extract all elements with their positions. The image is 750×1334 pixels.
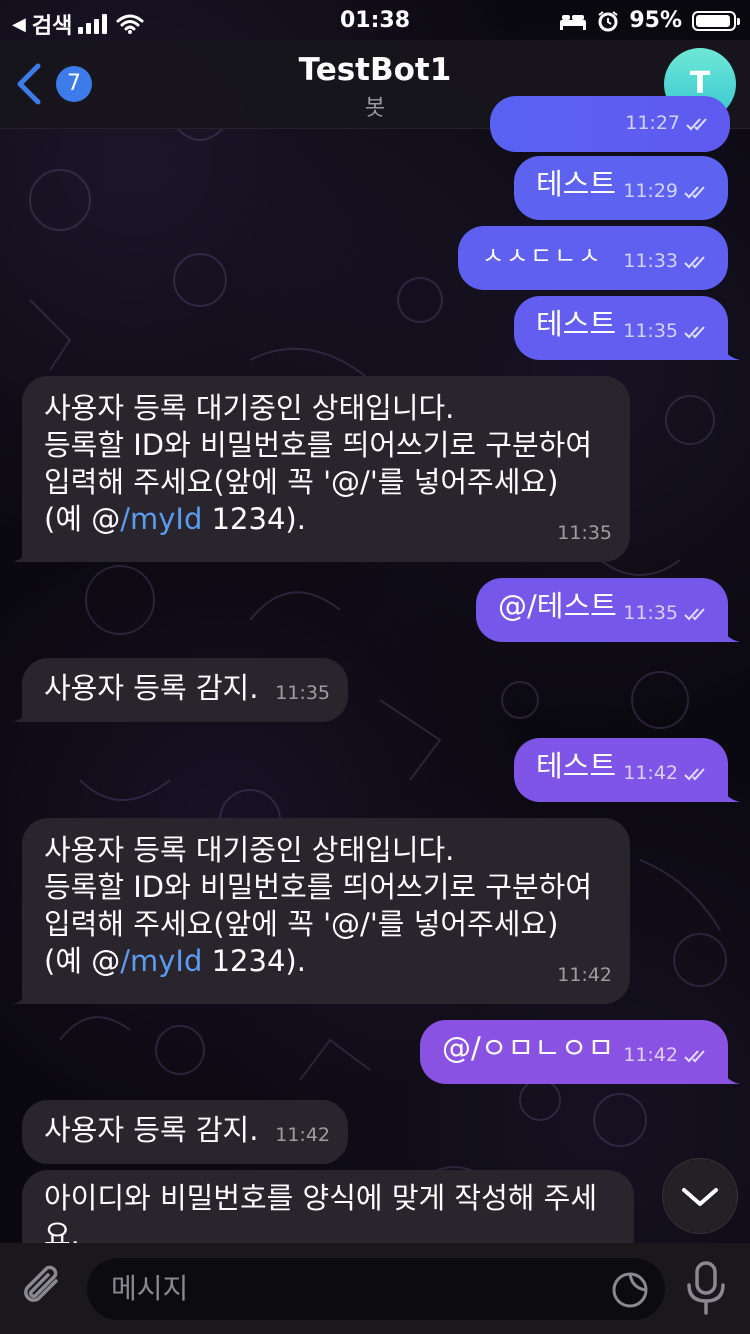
message-meta: 11:42 [557, 957, 612, 994]
message-line: 등록할 ID와 비밀번호를 띄어쓰기로 구분하여 [44, 870, 592, 904]
chevron-down-icon [682, 1188, 718, 1206]
status-right: 95% [559, 8, 740, 33]
message-text: 1234). [202, 502, 306, 536]
double-check-icon [684, 607, 705, 620]
status-bar: ◀ 검색 01:38 95% [0, 0, 750, 40]
bed-icon [560, 14, 587, 30]
message-incoming[interactable]: 아이디와 비밀번호를 양식에 맞게 작성해 주세 요. [22, 1170, 634, 1243]
attach-icon[interactable] [20, 1263, 68, 1315]
message-meta: 11:35 [275, 675, 330, 712]
double-check-icon [684, 767, 705, 780]
message-meta: 11:35 [557, 515, 612, 552]
message-incoming[interactable]: 사용자 등록 대기중인 상태입니다. 등록할 ID와 비밀번호를 띄어쓰기로 구… [22, 376, 630, 562]
message-outgoing[interactable]: 테스트 11:29 [514, 156, 728, 220]
message-meta: 11:29 [623, 173, 710, 210]
message-input-bar: 메시지 [0, 1243, 750, 1334]
message-time: 11:35 [275, 682, 330, 704]
double-check-icon [684, 325, 705, 338]
message-meta: 11:35 [623, 313, 710, 350]
bubble-tail [718, 1060, 740, 1084]
message-line: 입력해 주세요(앞에 꼭 '@/'를 넣어주세요) [44, 907, 559, 941]
message-line: 사용자 등록 대기중인 상태입니다. [44, 391, 455, 425]
message-line: 사용자 등록 대기중인 상태입니다. [44, 833, 455, 867]
message-time: 11:42 [623, 762, 678, 784]
message-line: 등록할 ID와 비밀번호를 띄어쓰기로 구분하여 [44, 428, 592, 462]
message-outgoing[interactable]: 테스트 11:42 [514, 738, 728, 802]
message-meta: 11:35 [623, 595, 710, 632]
message-meta: 11:27 [625, 105, 712, 142]
command-link[interactable]: /myId [120, 502, 202, 536]
bubble-tail [12, 980, 34, 1004]
bubble-tail [12, 538, 34, 562]
message-time: 11:42 [623, 1044, 678, 1066]
message-text: (예 @ [44, 502, 121, 536]
message-time: 11:29 [623, 180, 678, 202]
alarm-icon [598, 10, 618, 31]
bubble-tail [718, 618, 740, 642]
message-time: 11:35 [623, 320, 678, 342]
message-meta: 11:42 [623, 755, 710, 792]
double-check-icon [684, 185, 705, 198]
message-text: 1234). [202, 944, 306, 978]
mic-icon[interactable] [684, 1261, 728, 1317]
message-input[interactable]: 메시지 [86, 1257, 666, 1321]
battery-level [696, 14, 730, 27]
sticker-icon[interactable] [610, 1270, 650, 1310]
message-text: 사용자 등록 감지. [44, 671, 259, 705]
chat-title[interactable]: TestBot1 [0, 52, 750, 88]
message-incoming[interactable]: 사용자 등록 대기중인 상태입니다. 등록할 ID와 비밀번호를 띄어쓰기로 구… [22, 818, 630, 1004]
message-text: 사용자 등록 감지. [44, 1113, 259, 1147]
message-text: (예 @ [44, 944, 121, 978]
message-outgoing[interactable]: @/테스트 11:35 [476, 578, 728, 642]
battery-icon [692, 10, 740, 31]
message-time: 11:42 [557, 964, 612, 986]
command-link[interactable]: /myId [120, 944, 202, 978]
message-text: 테스트 [536, 307, 617, 341]
message-time: 11:27 [625, 112, 680, 134]
double-check-icon [684, 255, 705, 268]
message-outgoing[interactable]: 11:27 [490, 96, 730, 152]
message-meta: 11:42 [623, 1037, 710, 1074]
double-check-icon [686, 117, 707, 130]
message-meta: 11:33 [623, 243, 710, 280]
battery-percent: 95% [629, 8, 682, 33]
message-line: (예 @/myId 1234). [44, 943, 630, 980]
bubble-tail [718, 336, 740, 360]
message-outgoing[interactable]: ㅅㅅㄷㄴㅅ 11:33 [458, 226, 728, 290]
message-text: 테스트 [536, 167, 617, 201]
message-text: 아이디와 비밀번호를 양식에 맞게 작성해 주세 요. [44, 1181, 598, 1243]
bubble-tail [12, 698, 34, 722]
message-time: 11:35 [623, 602, 678, 624]
message-text: ㅅㅅㄷㄴㅅ [482, 242, 603, 270]
double-check-icon [684, 1049, 705, 1062]
message-text: @/테스트 [498, 589, 617, 623]
message-line: (예 @/myId 1234). [44, 501, 630, 538]
message-text: 테스트 [536, 749, 617, 783]
bubble-tail [718, 778, 740, 802]
message-text: @/ㅇㅁㄴㅇㅁ [442, 1031, 615, 1065]
message-outgoing[interactable]: 테스트 11:35 [514, 296, 728, 360]
message-time: 11:42 [275, 1124, 330, 1146]
message-time: 11:35 [557, 522, 612, 544]
scroll-to-bottom-button[interactable] [662, 1158, 738, 1234]
message-incoming[interactable]: 사용자 등록 감지. 11:42 [22, 1100, 348, 1164]
message-outgoing[interactable]: @/ㅇㅁㄴㅇㅁ 11:42 [420, 1020, 728, 1084]
message-time: 11:33 [623, 250, 678, 272]
message-line: 입력해 주세요(앞에 꼭 '@/'를 넣어주세요) [44, 465, 559, 499]
message-incoming[interactable]: 사용자 등록 감지. 11:35 [22, 658, 348, 722]
message-meta: 11:42 [275, 1117, 330, 1154]
